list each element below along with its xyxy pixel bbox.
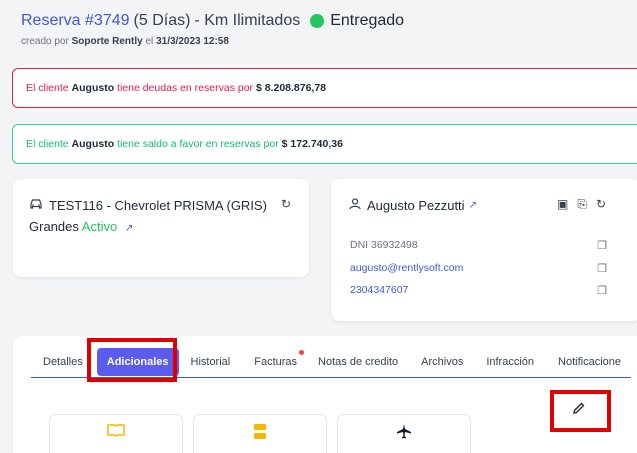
additional-card[interactable] [193, 414, 327, 453]
customer-dni: DNI 36932498 [350, 239, 418, 251]
tab-facturas[interactable]: Facturas [254, 349, 305, 368]
external-link-icon[interactable]: ↗ [469, 200, 477, 211]
title-line: Reserva #3749 (5 Días) - Km Ilimitados E… [21, 12, 404, 30]
customer-email[interactable]: augusto@rentlysoft.com [350, 262, 463, 274]
customer-actions: ▣ ⎘ ↻ [557, 197, 606, 212]
edit-pencil-icon[interactable] [572, 401, 586, 419]
tab-historial[interactable]: Historial [191, 356, 231, 368]
sync-icon[interactable]: ↻ [281, 197, 291, 211]
debt-prefix: El cliente [26, 82, 69, 94]
external-link-icon[interactable]: ↗ [125, 223, 133, 234]
credit-prefix: El cliente [26, 138, 69, 150]
tab-facturas-label: Facturas [254, 355, 298, 368]
tab-infraccion[interactable]: Infracción [486, 356, 534, 368]
airplane-icon [396, 423, 412, 444]
car-status: Activo [81, 219, 118, 234]
reservation-days: (5 Días) [133, 12, 191, 29]
customer-name[interactable]: Augusto Pezzutti [367, 198, 465, 213]
tab-notificaciones[interactable]: Notificacione [558, 356, 621, 368]
created-prefix: creado por [21, 36, 69, 47]
created-by: Soporte Rently [71, 36, 143, 47]
sync-icon[interactable]: ↻ [596, 197, 606, 212]
customer-card: Augusto Pezzutti ↗ ▣ ⎘ ↻ DNI 36932498 ❐ … [331, 179, 637, 321]
id-card-icon[interactable]: ▣ [557, 197, 568, 212]
tab-archivos[interactable]: Archivos [421, 356, 463, 368]
customer-phone[interactable]: 2304347607 [350, 284, 408, 296]
additional-card[interactable] [337, 414, 471, 453]
copy-icon[interactable]: ❐ [597, 239, 607, 252]
copy-icon[interactable]: ❐ [597, 262, 607, 275]
debt-mid: tiene deudas en reservas por [117, 82, 254, 94]
credit-customer-name: Augusto [71, 138, 115, 150]
car-description: TEST116 - Chevrolet PRISMA (GRIS) [49, 198, 267, 213]
copy-icon[interactable]: ❐ [597, 284, 607, 297]
credit-amount: $ 172.740,36 [281, 138, 343, 150]
person-icon [349, 198, 361, 213]
reservation-header: Reserva #3749 (5 Días) - Km Ilimitados E… [21, 12, 404, 47]
status-badge: Entregado [310, 12, 404, 30]
car-title-line: TEST116 - Chevrolet PRISMA (GRIS) [29, 198, 267, 213]
credit-mid: tiene saldo a favor en reservas por [117, 138, 279, 150]
ticket-icon [252, 423, 268, 446]
credit-alert: El cliente Augusto tiene saldo a favor e… [12, 124, 637, 164]
customer-name-line: Augusto Pezzutti ↗ [349, 198, 477, 213]
notification-dot [299, 349, 305, 355]
car-group-line: Grandes Activo ↗ [29, 219, 133, 234]
tab-detalles[interactable]: Detalles [43, 356, 83, 368]
status-label: Entregado [330, 12, 405, 29]
reservation-km: - Km Ilimitados [194, 12, 301, 29]
paperclip-icon[interactable]: ⎘ [577, 197, 587, 212]
additional-card[interactable] [49, 414, 183, 453]
highlight-adicionales [87, 338, 177, 382]
created-info: creado por Soporte Rently el 31/3/2023 1… [21, 36, 404, 47]
car-card: TEST116 - Chevrolet PRISMA (GRIS) Grande… [13, 179, 309, 277]
book-icon [107, 423, 125, 442]
car-group: Grandes [29, 219, 79, 234]
created-date: 31/3/2023 12:58 [156, 36, 229, 47]
created-mid: el [145, 36, 154, 47]
status-dot-icon [310, 14, 325, 28]
tab-notas-credito[interactable]: Notas de credito [318, 356, 398, 368]
debt-customer-name: Augusto [71, 82, 115, 94]
reservation-title: Reserva #3749 [21, 12, 130, 29]
debt-alert: El cliente Augusto tiene deudas en reser… [12, 68, 637, 108]
debt-amount: $ 8.208.876,78 [255, 82, 327, 94]
car-icon [29, 198, 43, 213]
